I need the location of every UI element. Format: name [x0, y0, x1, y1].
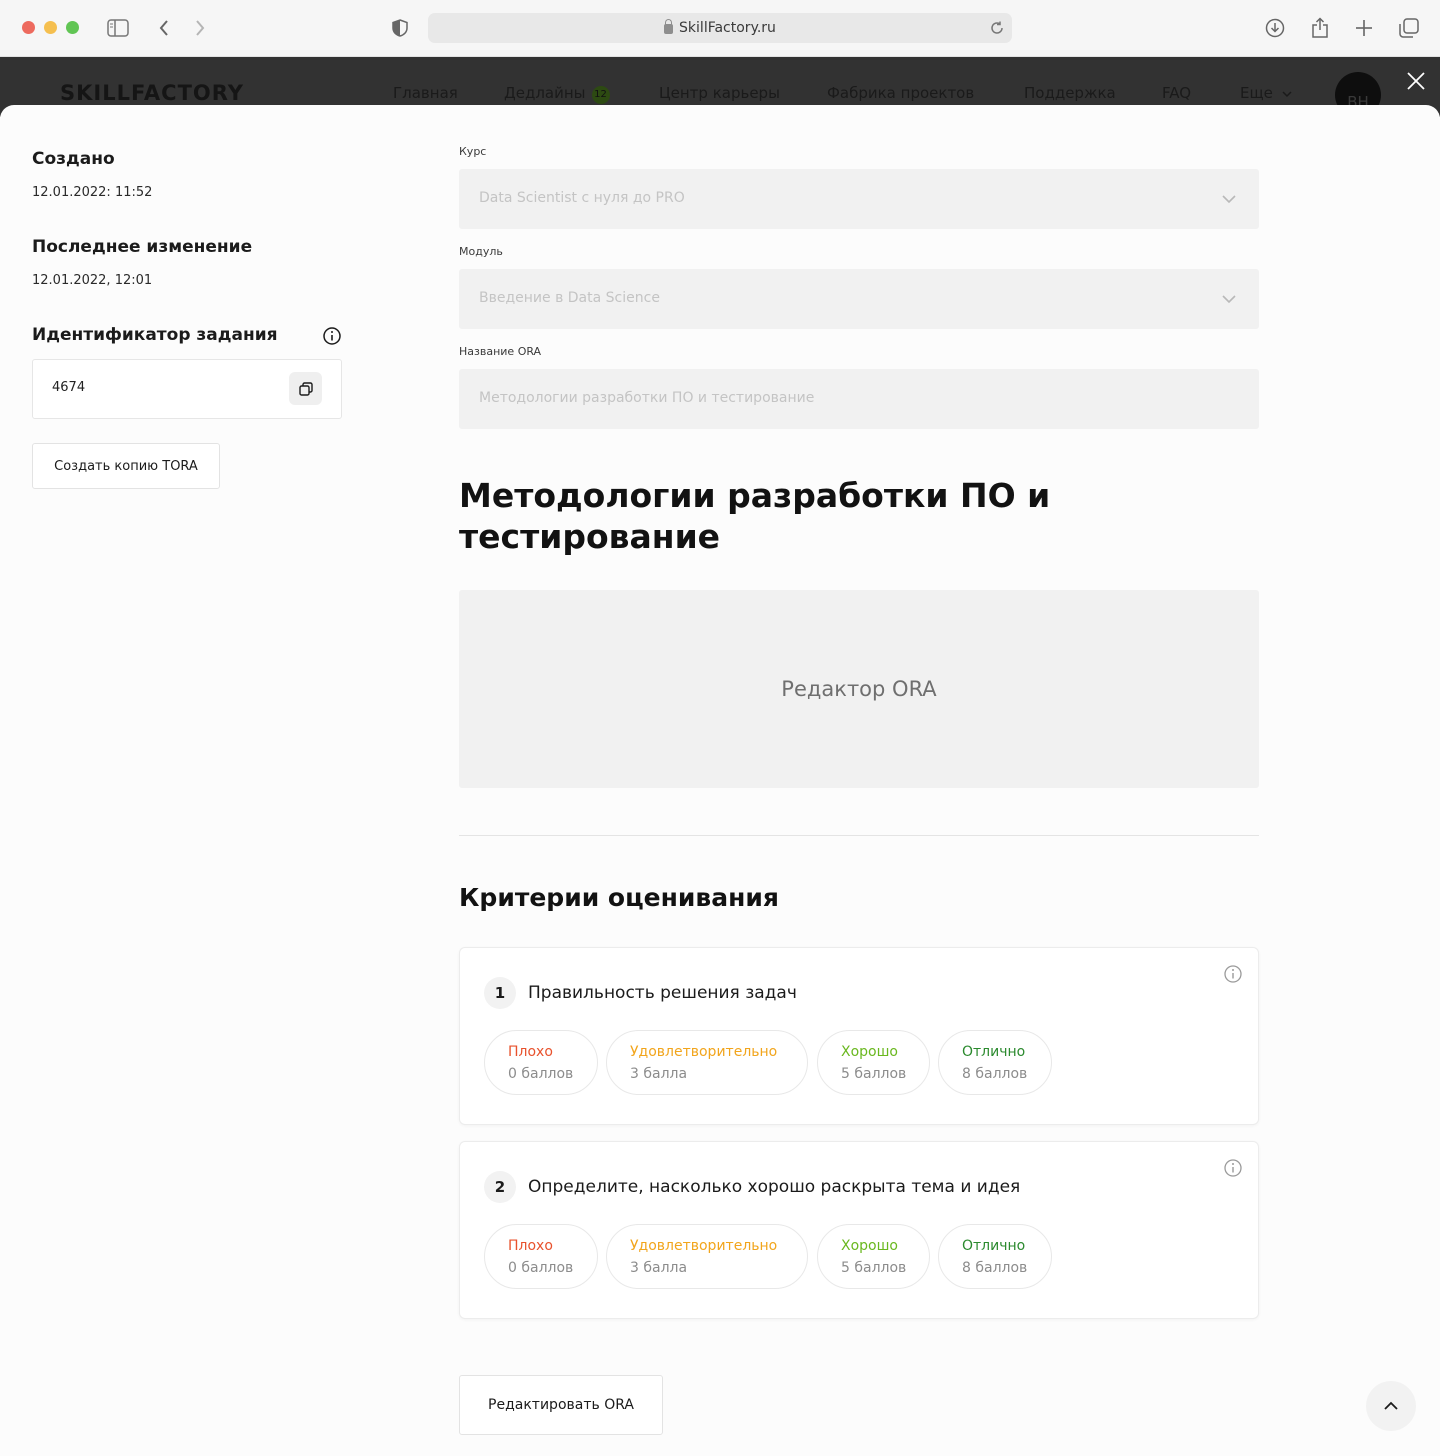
divider: [459, 835, 1259, 836]
info-icon[interactable]: [322, 326, 342, 346]
copy-icon: [298, 381, 313, 396]
ora-name-input[interactable]: Методологии разработки ПО и тестирование: [459, 369, 1259, 429]
address-bar[interactable]: SkillFactory.ru: [428, 13, 1012, 43]
grade-name: Удовлетворительно: [630, 1238, 778, 1254]
nav-item-deadlines-label: Дедлайны: [504, 84, 586, 102]
grade-points: 0 баллов: [508, 1066, 574, 1082]
downloads-icon[interactable]: [1263, 16, 1287, 40]
share-icon[interactable]: [1308, 16, 1332, 40]
lock-icon: [664, 19, 674, 34]
grade-option-satisfactory[interactable]: Удовлетворительно 3 балла: [606, 1224, 808, 1289]
privacy-shield-icon[interactable]: [388, 16, 412, 40]
criterion-card: 2 Определите, насколько хорошо раскрыта …: [459, 1141, 1259, 1319]
address-url: SkillFactory.ru: [679, 20, 776, 36]
chevron-down-icon: [1222, 195, 1236, 204]
nav-item-career[interactable]: Центр карьеры: [659, 84, 780, 102]
task-id-value[interactable]: 4674: [52, 380, 85, 395]
nav-item-more-label: Еще: [1240, 84, 1273, 102]
window-minimize-button[interactable]: [44, 21, 57, 34]
site-logo[interactable]: SKILLFACTORY: [60, 81, 244, 105]
ora-modal: Создано 12.01.2022: 11:52 Последнее изме…: [0, 105, 1440, 1456]
nav-item-home[interactable]: Главная: [393, 84, 458, 102]
grade-option-satisfactory[interactable]: Удовлетворительно 3 балла: [606, 1030, 808, 1095]
scroll-to-top-button[interactable]: [1366, 1381, 1416, 1431]
grade-option-excellent[interactable]: Отлично 8 баллов: [938, 1224, 1052, 1289]
ora-editor-placeholder: Редактор ORA: [781, 677, 937, 701]
grade-points: 0 баллов: [508, 1260, 574, 1276]
grade-option-excellent[interactable]: Отлично 8 баллов: [938, 1030, 1052, 1095]
grade-points: 3 балла: [630, 1066, 688, 1082]
edit-ora-button[interactable]: Редактировать ORA: [459, 1375, 663, 1435]
reload-icon[interactable]: [988, 19, 1006, 37]
nav-item-projects[interactable]: Фабрика проектов: [827, 84, 974, 102]
deadlines-count-badge: 12: [591, 86, 610, 104]
chevron-down-icon: [1222, 295, 1236, 304]
grade-option-bad[interactable]: Плохо 0 баллов: [484, 1224, 598, 1289]
ora-editor[interactable]: Редактор ORA: [459, 590, 1259, 788]
task-id-label: Идентификатор задания: [32, 325, 278, 345]
sidebar-toggle-icon[interactable]: [106, 16, 130, 40]
browser-toolbar: SkillFactory.ru: [0, 0, 1440, 57]
module-select-value: Введение в Data Science: [479, 290, 660, 306]
chevron-up-icon: [1384, 1401, 1398, 1410]
window-close-button[interactable]: [22, 21, 35, 34]
grade-points: 8 баллов: [962, 1260, 1028, 1276]
modified-label: Последнее изменение: [32, 237, 253, 257]
grade-name: Отлично: [962, 1238, 1026, 1254]
criteria-title: Критерии оценивания: [459, 883, 779, 912]
grade-option-bad[interactable]: Плохо 0 баллов: [484, 1030, 598, 1095]
criterion-card: 1 Правильность решения задач Плохо 0 бал…: [459, 947, 1259, 1125]
grade-option-good[interactable]: Хорошо 5 баллов: [817, 1030, 930, 1095]
new-tab-icon[interactable]: [1352, 16, 1376, 40]
grade-name: Хорошо: [841, 1044, 898, 1060]
criterion-title: Правильность решения задач: [528, 983, 797, 1003]
nav-item-deadlines[interactable]: Дедлайны 12: [504, 84, 610, 104]
tab-overview-icon[interactable]: [1397, 16, 1421, 40]
ora-name-label: Название ORA: [459, 345, 542, 358]
info-icon[interactable]: [1223, 1158, 1243, 1178]
grade-name: Плохо: [508, 1238, 553, 1254]
criterion-title: Определите, насколько хорошо раскрыта те…: [528, 1177, 1021, 1197]
module-select[interactable]: Введение в Data Science: [459, 269, 1259, 329]
page-title: Методологии разработки ПО и тестирование: [459, 476, 1051, 556]
chevron-down-icon: [1282, 91, 1292, 98]
criterion-number: 1: [484, 977, 516, 1009]
course-select-value: Data Scientist с нуля до PRO: [479, 190, 685, 206]
grade-points: 3 балла: [630, 1260, 688, 1276]
grade-name: Отлично: [962, 1044, 1026, 1060]
window-zoom-button[interactable]: [66, 21, 79, 34]
ora-name-placeholder: Методологии разработки ПО и тестирование: [479, 390, 815, 406]
created-label: Создано: [32, 149, 115, 169]
task-id-field: 4674: [32, 359, 342, 419]
copy-id-button[interactable]: [289, 372, 322, 405]
grade-points: 8 баллов: [962, 1066, 1028, 1082]
criterion-number: 2: [484, 1171, 516, 1203]
grade-name: Удовлетворительно: [630, 1044, 778, 1060]
grade-name: Плохо: [508, 1044, 553, 1060]
grade-points: 5 баллов: [841, 1066, 907, 1082]
create-copy-button[interactable]: Создать копию TORA: [32, 443, 220, 489]
forward-icon[interactable]: [188, 16, 212, 40]
module-label: Модуль: [459, 245, 503, 258]
nav-item-more[interactable]: Еще: [1240, 84, 1292, 102]
back-icon[interactable]: [152, 16, 176, 40]
grade-name: Хорошо: [841, 1238, 898, 1254]
modified-value: 12.01.2022, 12:01: [32, 273, 153, 288]
nav-item-support[interactable]: Поддержка: [1024, 84, 1116, 102]
grade-points: 5 баллов: [841, 1260, 907, 1276]
created-value: 12.01.2022: 11:52: [32, 185, 153, 200]
info-icon[interactable]: [1223, 964, 1243, 984]
grade-option-good[interactable]: Хорошо 5 баллов: [817, 1224, 930, 1289]
course-select[interactable]: Data Scientist с нуля до PRO: [459, 169, 1259, 229]
course-label: Курс: [459, 145, 487, 158]
nav-item-faq[interactable]: FAQ: [1162, 84, 1191, 102]
close-icon[interactable]: [1402, 67, 1430, 95]
